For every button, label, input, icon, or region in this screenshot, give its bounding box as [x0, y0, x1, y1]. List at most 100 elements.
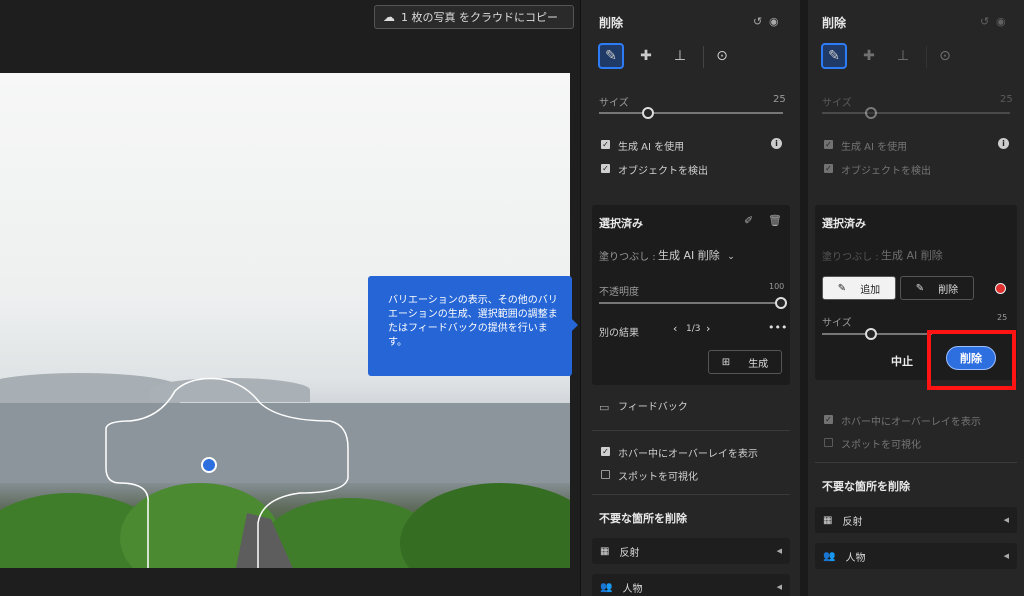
brush-plus-icon: ✎	[837, 282, 847, 294]
size-slider-track[interactable]	[599, 112, 783, 114]
app-window: ☁ 1 枚の写真 をクラウドにコピー バリエーションの表示、その他のバリエーショ…	[0, 0, 1024, 596]
bandage-icon: ✚	[863, 48, 875, 64]
eraser-icon: ✎	[828, 48, 840, 64]
chevron-right-icon[interactable]: ›	[706, 322, 710, 335]
fill-value: 生成 AI 削除	[881, 249, 943, 262]
mask-color-swatch[interactable]	[995, 283, 1006, 294]
reflection-icon: ▦	[600, 545, 610, 557]
size2-slider-knob[interactable]	[865, 328, 877, 340]
generate-icon: ⊞	[721, 356, 731, 368]
undo-icon[interactable]: ↺	[753, 15, 762, 28]
chevron-left-icon: ◀	[776, 547, 782, 555]
reflection-icon: ▦	[823, 514, 833, 526]
reflection-row[interactable]: ▦ 反射 ◀	[815, 507, 1017, 533]
run-remove-button[interactable]: 削除	[946, 346, 996, 370]
eraser-tool[interactable]: ✎	[598, 43, 624, 69]
selected-box: 選択済み ✐ 🗑 塗りつぶし : 生成 AI 削除 ⌄ 不透明度 100 別の結…	[592, 205, 790, 385]
chevron-down-icon: ⌄	[727, 252, 735, 262]
detect-objects-label: オブジェクトを検出	[841, 166, 931, 177]
page-indicator: 1/3	[686, 324, 701, 334]
spots-label: スポットを可視化	[841, 440, 921, 451]
generate-button[interactable]: ⊞ 生成	[708, 350, 782, 374]
cloud-upload-icon: ☁	[383, 10, 395, 24]
copy-to-cloud-label: 1 枚の写真 をクラウドにコピー	[401, 11, 558, 24]
chevron-left-icon: ◀	[1003, 552, 1009, 560]
tool-divider	[926, 46, 927, 68]
opacity-value: 100	[769, 282, 785, 291]
spots-checkbox[interactable]	[824, 438, 833, 447]
eye-icon[interactable]: ◉	[769, 15, 779, 28]
people-row[interactable]: 👥 人物 ◀	[592, 574, 790, 596]
people-label: 人物	[845, 552, 866, 564]
other-results-label: 別の結果	[599, 328, 639, 339]
feedback-label[interactable]: フィードバック	[618, 398, 688, 413]
reflection-label: 反射	[842, 516, 863, 528]
remove-panel-right: 削除 ↺ ◉ ✎ ✚ ⊥ ⊙ サイズ 25 ✓ 生成 AI を使用 i ✓ オブ…	[804, 0, 1024, 596]
clone-tool[interactable]: ⊥	[667, 43, 693, 69]
brush-icon[interactable]: ✐	[744, 214, 753, 227]
tooltip-arrow	[571, 318, 578, 332]
use-ai-label: 生成 AI を使用	[618, 142, 685, 153]
divider	[592, 430, 790, 431]
opacity-slider-knob[interactable]	[775, 297, 787, 309]
reflection-row[interactable]: ▦ 反射 ◀	[592, 538, 790, 564]
overlay-checkbox[interactable]: ✓	[601, 447, 610, 456]
more-icon[interactable]: •••	[768, 321, 787, 334]
size-label: サイズ	[599, 98, 629, 109]
overlay-checkbox[interactable]: ✓	[824, 415, 833, 424]
overlay-label: ホバー中にオーバーレイを表示	[841, 417, 981, 428]
spots-checkbox[interactable]	[601, 470, 610, 479]
size-value: 25	[1000, 94, 1013, 105]
use-ai-checkbox[interactable]: ✓	[601, 140, 610, 149]
add-label: 追加	[860, 284, 881, 296]
fill-value: 生成 AI 削除	[658, 249, 720, 262]
people-row[interactable]: 👥 人物 ◀	[815, 543, 1017, 569]
cancel-button[interactable]: 中止	[891, 353, 913, 369]
opacity-slider-track[interactable]	[599, 302, 783, 304]
fill-dropdown[interactable]: 生成 AI 削除 ⌄	[658, 247, 735, 263]
visualize-tool[interactable]: ⊙	[709, 43, 735, 69]
size-value: 25	[773, 94, 786, 105]
size2-value: 25	[997, 313, 1008, 322]
divider	[815, 462, 1017, 463]
use-ai-checkbox[interactable]: ✓	[824, 140, 833, 149]
trash-icon[interactable]: 🗑	[768, 214, 782, 227]
size-slider-track[interactable]	[822, 112, 1010, 114]
tooltip: バリエーションの表示、その他のバリエーションの生成、選択範囲の調整またはフィード…	[368, 276, 572, 376]
selection-pin[interactable]	[201, 457, 217, 473]
size-slider-knob[interactable]	[642, 107, 654, 119]
size-slider-knob[interactable]	[865, 107, 877, 119]
use-ai-label: 生成 AI を使用	[841, 142, 908, 153]
copy-to-cloud-button[interactable]: ☁ 1 枚の写真 をクラウドにコピー	[374, 5, 574, 29]
remove-panel-left: 削除 ↺ ◉ ✎ ✚ ⊥ ⊙ サイズ 25 ✓ 生成 AI を使用 i ✓ オブ…	[580, 0, 800, 596]
detect-objects-checkbox[interactable]: ✓	[601, 164, 610, 173]
stamp-icon: ⊥	[896, 48, 910, 64]
eye-plus-icon: ⊙	[716, 48, 728, 64]
eye-icon[interactable]: ◉	[996, 15, 1006, 28]
eraser-tool[interactable]: ✎	[821, 43, 847, 69]
selected-title: 選択済み	[822, 217, 866, 230]
info-icon[interactable]: i	[771, 138, 782, 149]
subtract-button[interactable]: ✎ 削除	[900, 276, 974, 300]
remove-title: 不要な箇所を削除	[599, 512, 687, 525]
heal-tool[interactable]: ✚	[633, 43, 659, 69]
brush-minus-icon: ✎	[915, 282, 925, 294]
chevron-left-icon: ◀	[1003, 516, 1009, 524]
chevron-left-icon[interactable]: ‹	[673, 322, 677, 335]
detect-objects-checkbox[interactable]: ✓	[824, 164, 833, 173]
selected-title: 選択済み	[599, 217, 643, 230]
remove-title: 不要な箇所を削除	[822, 480, 910, 493]
reflection-label: 反射	[619, 547, 640, 559]
size2-slider-track[interactable]	[822, 333, 932, 335]
clone-tool[interactable]: ⊥	[890, 43, 916, 69]
size-label: サイズ	[822, 98, 852, 109]
people-icon: 👥	[600, 581, 613, 593]
feedback-icon[interactable]: ▭	[599, 401, 609, 414]
undo-icon[interactable]: ↺	[980, 15, 989, 28]
visualize-tool[interactable]: ⊙	[932, 43, 958, 69]
heal-tool[interactable]: ✚	[856, 43, 882, 69]
eraser-icon: ✎	[605, 48, 617, 64]
add-button[interactable]: ✎ 追加	[822, 276, 896, 300]
people-icon: 👥	[823, 550, 836, 562]
info-icon[interactable]: i	[998, 138, 1009, 149]
